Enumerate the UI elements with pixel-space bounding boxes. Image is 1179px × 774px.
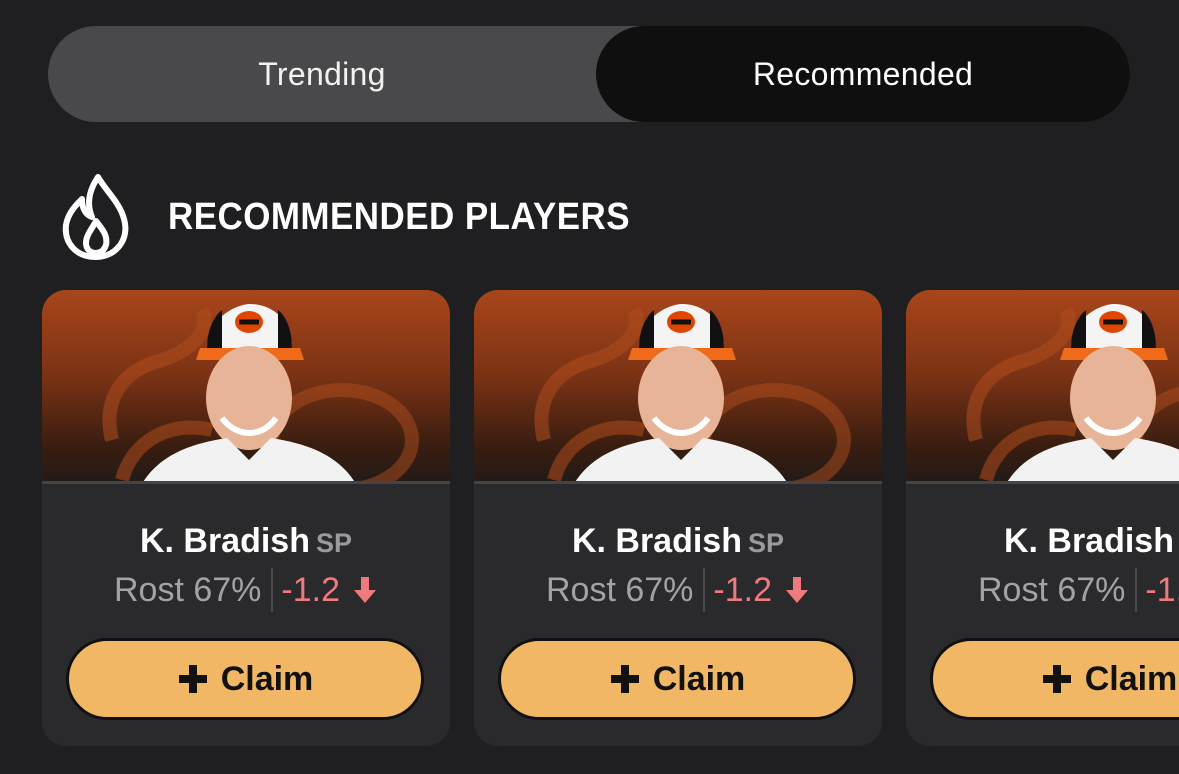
player-card[interactable]: K. BradishSP Rost 67% -1.2 Claim bbox=[474, 290, 882, 746]
arrow-down-icon bbox=[786, 577, 808, 603]
player-photo bbox=[42, 290, 450, 484]
player-position: SP bbox=[748, 528, 785, 558]
claim-label: Claim bbox=[652, 659, 746, 698]
team-logo-background bbox=[534, 304, 851, 484]
stat-divider bbox=[271, 568, 274, 612]
roster-delta: -1.2 bbox=[281, 570, 340, 609]
player-stats: Rost 67% -1.2 bbox=[474, 568, 882, 612]
player-photo bbox=[474, 290, 882, 484]
player-photo bbox=[906, 290, 1179, 484]
player-name-text: K. Bradish bbox=[571, 522, 742, 560]
section-title: RECOMMENDED PLAYERS bbox=[168, 195, 630, 238]
section-header: RECOMMENDED PLAYERS bbox=[60, 172, 670, 262]
player-name[interactable]: K. BradishSP bbox=[906, 522, 1179, 561]
view-tabs: Trending Recommended bbox=[48, 26, 1130, 122]
player-name[interactable]: K. BradishSP bbox=[42, 522, 450, 561]
roster-delta: -1.2 bbox=[1145, 570, 1179, 609]
flame-icon bbox=[62, 174, 129, 260]
player-name[interactable]: K. BradishSP bbox=[474, 522, 882, 561]
arrow-down-icon bbox=[354, 577, 376, 603]
player-name-text: K. Bradish bbox=[1003, 522, 1174, 560]
tab-recommended[interactable]: Recommended bbox=[596, 26, 1130, 122]
player-card[interactable]: K. BradishSP Rost 67% -1.2 Claim bbox=[906, 290, 1179, 746]
plus-icon bbox=[178, 665, 207, 693]
player-carousel[interactable]: K. Bradish SP Rost 67% -1.2 Claim K. Bra… bbox=[0, 290, 1179, 750]
tab-trending[interactable]: Trending bbox=[48, 26, 596, 122]
stat-divider bbox=[1135, 568, 1138, 612]
player-position: SP bbox=[316, 528, 353, 558]
claim-button[interactable]: Claim bbox=[66, 638, 424, 720]
roster-percent: Rost 67% bbox=[546, 570, 694, 609]
roster-delta: -1.2 bbox=[713, 570, 772, 609]
player-stats: Rost 67% -1.2 bbox=[906, 568, 1179, 612]
roster-percent: Rost 67% bbox=[978, 570, 1126, 609]
claim-button[interactable]: Claim bbox=[930, 638, 1179, 720]
team-logo-background bbox=[102, 304, 419, 484]
plus-icon bbox=[610, 665, 639, 693]
player-stats: Rost 67% -1.2 bbox=[42, 568, 450, 612]
claim-label: Claim bbox=[220, 659, 314, 698]
player-card[interactable]: K. BradishSP Rost 67% -1.2 Claim bbox=[42, 290, 450, 746]
player-name-text: K. Bradish bbox=[139, 522, 310, 560]
team-logo-background bbox=[966, 304, 1179, 484]
stat-divider bbox=[703, 568, 706, 612]
plus-icon bbox=[1042, 665, 1071, 693]
claim-button[interactable]: Claim bbox=[498, 638, 856, 720]
claim-label: Claim bbox=[1084, 659, 1178, 698]
roster-percent: Rost 67% bbox=[114, 570, 262, 609]
